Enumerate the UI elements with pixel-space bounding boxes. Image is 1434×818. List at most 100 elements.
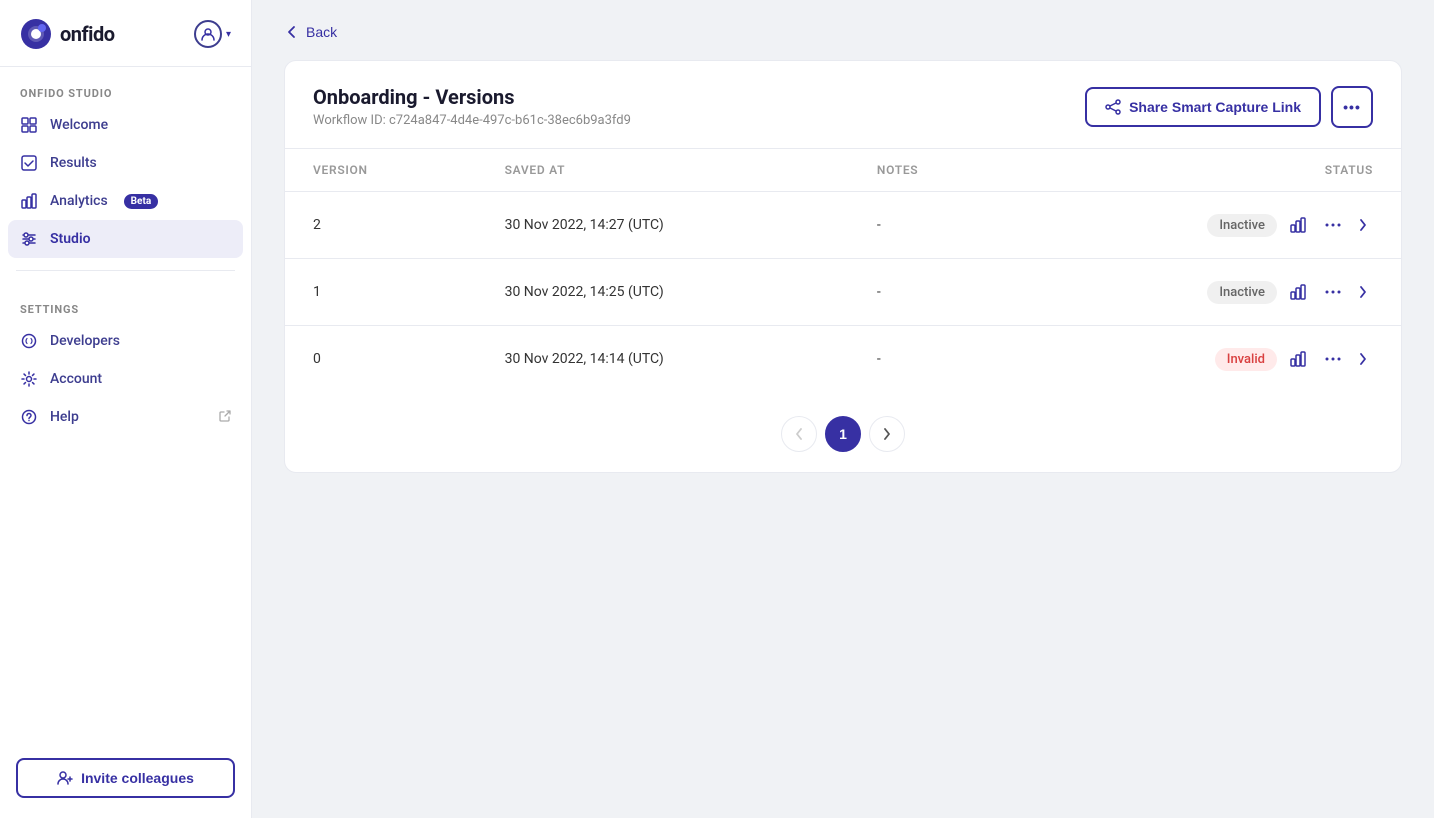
back-label: Back: [306, 24, 337, 40]
help-label: Help: [50, 409, 79, 425]
card-title-block: Onboarding - Versions Workflow ID: c724a…: [313, 85, 631, 128]
col-saved-at: SAVED AT: [477, 149, 849, 192]
row-analytics-button[interactable]: [1283, 277, 1313, 307]
studio-section: ONFIDO STUDIO Welcome: [0, 67, 251, 258]
user-menu-button[interactable]: ▾: [194, 20, 231, 48]
studio-section-label: ONFIDO STUDIO: [0, 67, 251, 106]
settings-section: SETTINGS Developers Acco: [0, 283, 251, 436]
card-header: Onboarding - Versions Workflow ID: c724a…: [285, 61, 1401, 149]
pagination-page-1-button[interactable]: 1: [825, 416, 861, 452]
onfido-logo-icon: [20, 18, 52, 50]
pagination-prev-button[interactable]: [781, 416, 817, 452]
invite-colleagues-button[interactable]: Invite colleagues: [16, 758, 235, 798]
row-bar-chart-icon: [1289, 350, 1307, 368]
row-actions: Inactive: [1046, 277, 1374, 307]
next-arrow-icon: [883, 428, 891, 440]
sidebar-item-results[interactable]: Results: [8, 144, 243, 182]
versions-table-body: 2 30 Nov 2022, 14:27 (UTC) - Inactive: [285, 192, 1401, 393]
saved-at-cell: 30 Nov 2022, 14:25 (UTC): [477, 259, 849, 326]
row-more-button[interactable]: [1319, 217, 1347, 233]
row-analytics-button[interactable]: [1283, 344, 1313, 374]
versions-card: Onboarding - Versions Workflow ID: c724a…: [284, 60, 1402, 473]
share-icon: [1105, 99, 1121, 115]
status-actions-cell: Inactive: [1018, 192, 1402, 259]
version-cell: 1: [285, 259, 477, 326]
sidebar-item-developers[interactable]: Developers: [8, 322, 243, 360]
settings-nav: Developers Account: [0, 322, 251, 436]
status-badge: Inactive: [1207, 281, 1277, 304]
more-options-button[interactable]: •••: [1331, 86, 1373, 128]
logo-area: onfido: [20, 18, 115, 50]
developers-label: Developers: [50, 333, 120, 349]
share-smart-capture-button[interactable]: Share Smart Capture Link: [1085, 87, 1321, 127]
invite-icon: [57, 770, 73, 786]
version-cell: 2: [285, 192, 477, 259]
pagination-next-button[interactable]: [869, 416, 905, 452]
col-notes: NOTES: [849, 149, 1018, 192]
code-icon: [20, 332, 38, 350]
row-chevron-icon: [1359, 285, 1367, 299]
user-avatar-icon: [194, 20, 222, 48]
prev-arrow-icon: [795, 428, 803, 440]
brand-name: onfido: [60, 22, 115, 46]
row-dots-icon: [1325, 357, 1341, 361]
card-title: Onboarding - Versions: [313, 85, 631, 109]
status-badge: Invalid: [1215, 348, 1277, 371]
back-arrow-icon: [284, 24, 300, 40]
settings-section-label: SETTINGS: [0, 283, 251, 322]
share-btn-label: Share Smart Capture Link: [1129, 99, 1301, 115]
sliders-icon: [20, 230, 38, 248]
saved-at-cell: 30 Nov 2022, 14:14 (UTC): [477, 326, 849, 393]
row-more-button[interactable]: [1319, 351, 1347, 367]
analytics-label: Analytics: [50, 193, 108, 209]
workflow-id: Workflow ID: c724a847-4d4e-497c-b61c-38e…: [313, 113, 631, 128]
gear-icon: [20, 370, 38, 388]
notes-cell: -: [849, 259, 1018, 326]
back-button[interactable]: Back: [284, 24, 337, 40]
sidebar-divider: [16, 270, 235, 271]
user-chevron-icon: ▾: [226, 29, 231, 40]
table-row: 2 30 Nov 2022, 14:27 (UTC) - Inactive: [285, 192, 1401, 259]
row-dots-icon: [1325, 223, 1341, 227]
row-navigate-button[interactable]: [1353, 212, 1373, 238]
table-row: 0 30 Nov 2022, 14:14 (UTC) - Invalid: [285, 326, 1401, 393]
sidebar-item-studio[interactable]: Studio: [8, 220, 243, 258]
results-label: Results: [50, 155, 97, 171]
saved-at-cell: 30 Nov 2022, 14:27 (UTC): [477, 192, 849, 259]
table-header: VERSION SAVED AT NOTES STATUS: [285, 149, 1401, 192]
row-more-button[interactable]: [1319, 284, 1347, 300]
row-bar-chart-icon: [1289, 216, 1307, 234]
row-navigate-button[interactable]: [1353, 279, 1373, 305]
version-cell: 0: [285, 326, 477, 393]
col-version: VERSION: [285, 149, 477, 192]
card-actions: Share Smart Capture Link •••: [1085, 86, 1373, 128]
notes-cell: -: [849, 192, 1018, 259]
invite-btn-label: Invite colleagues: [81, 770, 194, 786]
studio-nav: Welcome Results: [0, 106, 251, 258]
row-dots-icon: [1325, 290, 1341, 294]
welcome-label: Welcome: [50, 117, 108, 133]
sidebar-item-welcome[interactable]: Welcome: [8, 106, 243, 144]
status-badge: Inactive: [1207, 214, 1277, 237]
row-actions: Inactive: [1046, 210, 1374, 240]
sidebar-item-help[interactable]: Help: [8, 398, 243, 436]
grid-icon: [20, 116, 38, 134]
sidebar: onfido ▾ ONFIDO STUDIO: [0, 0, 252, 818]
sidebar-item-analytics[interactable]: Analytics Beta: [8, 182, 243, 220]
help-circle-icon: [20, 408, 38, 426]
status-actions-cell: Invalid: [1018, 326, 1402, 393]
row-bar-chart-icon: [1289, 283, 1307, 301]
studio-label: Studio: [50, 231, 91, 247]
external-link-icon: [219, 410, 231, 425]
row-navigate-button[interactable]: [1353, 346, 1373, 372]
table-row: 1 30 Nov 2022, 14:25 (UTC) - Inactive: [285, 259, 1401, 326]
analytics-beta-badge: Beta: [124, 194, 159, 209]
sidebar-item-account[interactable]: Account: [8, 360, 243, 398]
more-dots-icon: •••: [1343, 99, 1361, 115]
bar-chart-icon: [20, 192, 38, 210]
status-actions-cell: Inactive: [1018, 259, 1402, 326]
col-status: STATUS: [1018, 149, 1402, 192]
pagination: 1: [285, 392, 1401, 472]
row-analytics-button[interactable]: [1283, 210, 1313, 240]
row-actions: Invalid: [1046, 344, 1374, 374]
